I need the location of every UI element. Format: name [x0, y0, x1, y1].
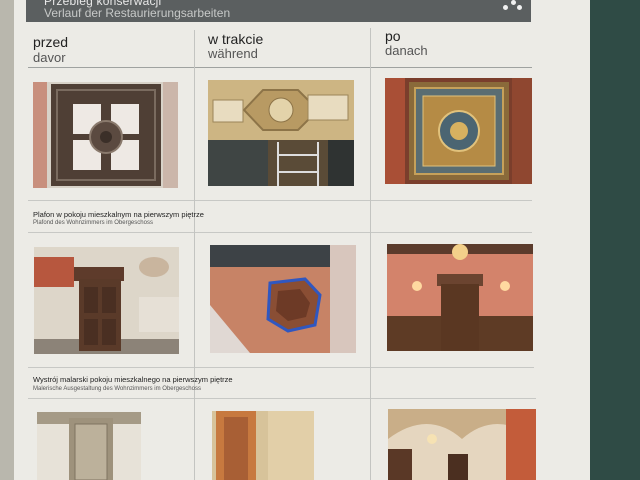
column-after-de: danach — [385, 43, 428, 58]
column-before-pl: przed — [33, 34, 69, 50]
ceiling-scaffolding-photo — [208, 80, 354, 186]
divider — [194, 30, 195, 480]
section-1-caption-pl: Plafon w pokoju mieszkalnym na pierwszym… — [33, 210, 204, 219]
dots-logo-icon — [503, 0, 525, 12]
header-title-de: Verlauf der Restaurierungsarbeiten — [44, 6, 231, 20]
divider — [28, 67, 532, 68]
section-1-caption-de: Plafond des Wohnzimmers im Obergeschoss — [33, 220, 153, 226]
column-during-de: während — [208, 46, 258, 61]
wall-right — [588, 0, 640, 480]
column-before-de: davor — [33, 50, 66, 65]
divider — [28, 398, 536, 399]
ceiling-before-photo — [33, 82, 178, 188]
ceiling-after-photo — [385, 78, 532, 184]
wall-door-before-photo — [34, 247, 179, 354]
painted-panel-photo — [212, 411, 314, 480]
divider — [28, 200, 532, 201]
column-during-pl: w trakcie — [208, 31, 264, 47]
section-2-caption-pl: Wystrój malarski pokoju mieszkalnego na … — [33, 375, 233, 384]
column-after-pl: po — [385, 28, 401, 44]
divider — [28, 232, 532, 233]
divider — [370, 28, 371, 480]
vaulted-hall-photo — [388, 409, 536, 480]
room-after-photo — [387, 244, 533, 351]
wall-masking-photo — [210, 245, 356, 353]
exhibition-board — [14, 0, 590, 480]
fabric-panel-photo — [37, 412, 141, 480]
divider — [28, 367, 534, 368]
section-2-caption-de: Malerische Ausgestaltung des Wohnzimmers… — [33, 386, 201, 392]
